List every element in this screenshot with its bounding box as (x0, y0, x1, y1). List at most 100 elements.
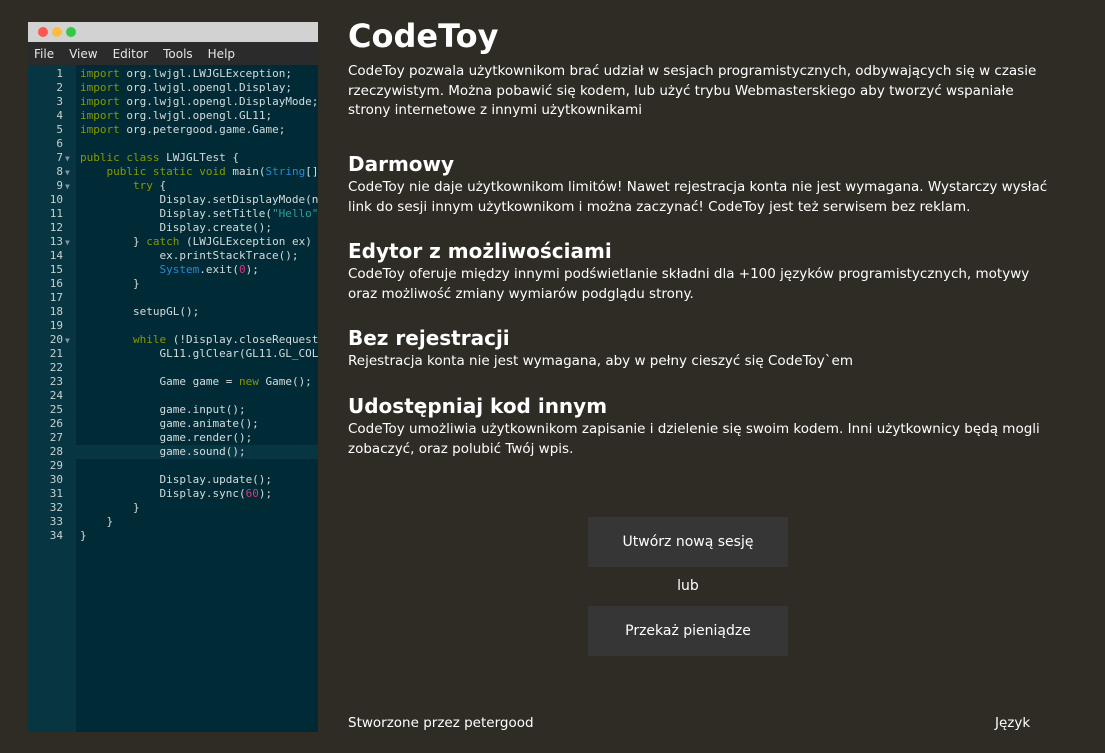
code-lines: 1 import org.lwjgl.LWJGLException; 2 import… (28, 67, 318, 543)
code-line: 29 (28, 459, 318, 473)
code-line: 22 (28, 361, 318, 375)
editor-menubar: File View Editor Tools Help (28, 42, 318, 65)
code-line: 11 Display.setTitle("Hello"); (28, 207, 318, 221)
line-number: 17 (49, 291, 63, 304)
line-number: 23 (49, 375, 63, 388)
code-line: 19 (28, 319, 318, 333)
fold-arrow-icon[interactable]: ▼ (65, 166, 71, 180)
code-line: 9 ▼ try { (28, 179, 318, 193)
section-share-text: CodeToy umożliwia użytkownikom zapisanie… (348, 421, 1040, 457)
code-line: 32 } (28, 501, 318, 515)
code-line: 33 } (28, 515, 318, 529)
code-line: 21 GL11.glClear(GL11.GL_COLOR_BUFFER_BIT… (28, 347, 318, 361)
line-number: 8 (56, 165, 63, 178)
language-link[interactable]: Język (995, 715, 1030, 731)
code-line: 34} (28, 529, 318, 543)
intro-text: CodeToy pozwala użytkownikom brać udział… (348, 63, 1037, 118)
code-line: 23 Game game = new Game(); (28, 375, 318, 389)
code-text: public class LWJGLTest { (80, 151, 239, 164)
code-line: 15 System.exit(0); (28, 263, 318, 277)
code-text: import org.lwjgl.opengl.Display; (80, 81, 292, 94)
code-text: import org.lwjgl.LWJGLException; (80, 67, 292, 80)
line-number: 25 (49, 403, 63, 416)
code-line: 31 Display.sync(60); (28, 487, 318, 501)
code-text: } catch (LWJGLException ex) { (80, 235, 318, 248)
code-line: 4 import org.lwjgl.opengl.GL11; (28, 109, 318, 123)
code-text: } (80, 515, 114, 528)
line-number: 3 (56, 95, 63, 108)
line-number: 13 (49, 235, 63, 248)
code-text: game.sound(); (80, 445, 246, 458)
code-line: 28 game.sound(); (28, 445, 318, 459)
line-number: 2 (56, 81, 63, 94)
footer-credit: Stworzone przez petergood (348, 715, 534, 731)
line-number: 14 (49, 249, 63, 262)
line-number: 26 (49, 417, 63, 430)
code-line: 6 (28, 137, 318, 151)
line-number: 33 (49, 515, 63, 528)
code-line: 16 } (28, 277, 318, 291)
line-number: 1 (56, 67, 63, 80)
code-text: import org.lwjgl.opengl.DisplayMode; (80, 95, 318, 108)
code-text: } (80, 277, 140, 290)
line-number: 19 (49, 319, 63, 332)
code-line: 12 Display.create(); (28, 221, 318, 235)
section-editor-text: CodeToy oferuje między innymi podświetla… (348, 266, 1030, 302)
code-line: 2 import org.lwjgl.opengl.Display; (28, 81, 318, 95)
code-line: 20▼ while (!Display.closeRequested()) { (28, 333, 318, 347)
code-text: } (80, 529, 87, 542)
code-text: Game game = new Game(); (80, 375, 312, 388)
line-number: 27 (49, 431, 63, 444)
code-line: 30 Display.update(); (28, 473, 318, 487)
code-line: 25 game.input(); (28, 403, 318, 417)
menu-editor: Editor (112, 46, 149, 61)
code-text: Display.sync(60); (80, 487, 273, 500)
line-number: 24 (49, 389, 63, 402)
code-text: System.exit(0); (159, 263, 259, 276)
code-line: 8▼ public static void main(String[] args… (28, 165, 318, 179)
fold-arrow-icon[interactable]: ▼ (65, 180, 71, 194)
menu-tools: Tools (163, 46, 193, 61)
line-number: 9 (56, 179, 63, 192)
code-line: 14 ex.printStackTrace(); (28, 249, 318, 263)
section-no-registration-text: Rejestracja konta nie jest wymagana, aby… (348, 353, 853, 369)
donate-button[interactable]: Przekaż pieniądze (588, 606, 788, 656)
menu-file: File (34, 46, 55, 61)
line-number: 6 (56, 137, 63, 150)
new-session-button[interactable]: Utwórz nową sesję (588, 517, 788, 567)
code-text: GL11.glClear(GL11.GL_COLOR_BUFFER_BIT); (159, 347, 318, 360)
code-line: 18 setupGL(); (28, 305, 318, 319)
menu-help: Help (207, 46, 236, 61)
line-number: 11 (49, 207, 63, 220)
code-text: public static void main(String[] args) { (106, 165, 319, 178)
code-text: while (!Display.closeRequested()) { (132, 333, 318, 346)
code-line: 27 game.render(); (28, 431, 318, 445)
fold-arrow-icon[interactable]: ▼ (65, 334, 71, 348)
minimize-window-icon (52, 27, 62, 37)
code-text: game.render(); (80, 431, 253, 444)
code-text: setupGL(); (80, 305, 200, 318)
code-text: import org.petergood.game.Game; (80, 123, 286, 136)
code-editor-preview: File View Editor Tools Help 1 import org.… (28, 22, 318, 732)
code-line: 3 import org.lwjgl.opengl.DisplayMode; (28, 95, 318, 109)
section-no-registration-heading: Bez rejestracji (348, 326, 510, 350)
fold-arrow-icon[interactable]: ▼ (65, 152, 71, 166)
code-line: 26 game.animate(); (28, 417, 318, 431)
line-number: 34 (49, 529, 63, 542)
line-number: 7 (56, 151, 63, 164)
code-line: 24 (28, 389, 318, 403)
maximize-window-icon (66, 27, 76, 37)
line-number: 20 (49, 333, 63, 346)
code-text: try { (132, 179, 167, 192)
line-number: 16 (49, 277, 63, 290)
section-free-heading: Darmowy (348, 152, 455, 176)
code-line: 7 ▼ public class LWJGLTest { (28, 151, 318, 165)
fold-arrow-icon[interactable]: ▼ (65, 236, 71, 250)
line-number: 29 (49, 459, 63, 472)
line-number: 4 (56, 109, 63, 122)
line-number: 21 (49, 347, 63, 360)
code-line: 5 import org.petergood.game.Game; (28, 123, 318, 137)
line-number: 15 (49, 263, 63, 276)
line-number: 22 (49, 361, 63, 374)
window-titlebar (28, 22, 318, 42)
